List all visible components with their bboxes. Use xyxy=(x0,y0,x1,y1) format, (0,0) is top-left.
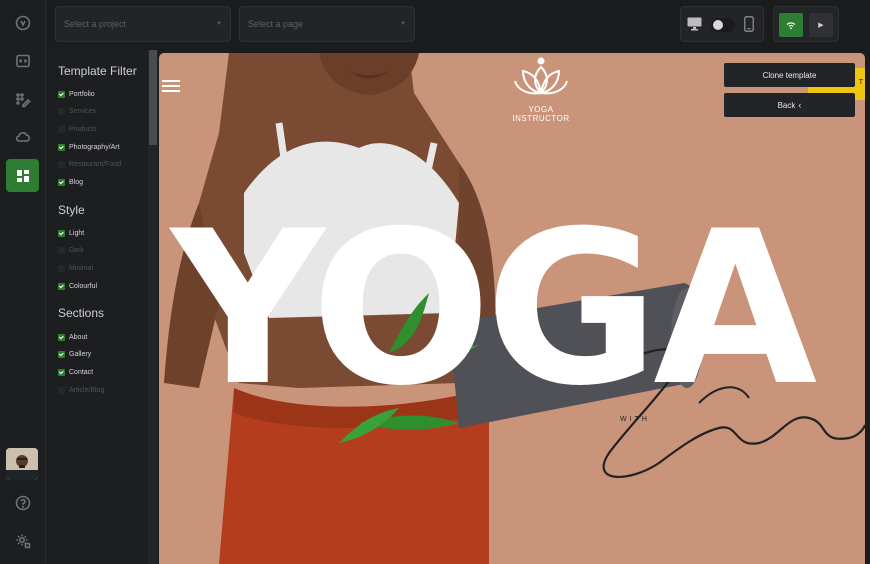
filter-option-label: Portfolio xyxy=(69,90,95,98)
side-tab-letter: T xyxy=(858,79,863,86)
checkbox[interactable] xyxy=(58,179,65,186)
site-logo[interactable]: YOGA INSTRUCTOR xyxy=(499,55,583,123)
checkbox[interactable] xyxy=(58,351,65,359)
clone-template-label: Clone template xyxy=(762,70,817,80)
filter-option[interactable]: Blog xyxy=(58,177,83,189)
device-toggle[interactable] xyxy=(711,18,735,32)
play-icon: ▶ xyxy=(818,22,824,29)
filter-option-label: About xyxy=(69,333,88,341)
checkbox[interactable] xyxy=(58,282,65,290)
filter-option-label: Article/Blog xyxy=(69,386,105,394)
device-switch xyxy=(680,6,764,42)
clone-template-button[interactable]: Clone template xyxy=(724,63,855,87)
chevron-down-icon: ▼ xyxy=(216,21,222,27)
panel-scrollbar[interactable] xyxy=(148,50,158,564)
filter-option-label: Restaurant/Food xyxy=(69,161,122,169)
checkbox[interactable] xyxy=(58,108,65,116)
filter-option[interactable]: Restaurant/Food xyxy=(58,159,121,171)
filter-option[interactable]: Portfolio xyxy=(58,88,95,100)
filter-option[interactable]: Services xyxy=(58,106,96,118)
filter-option[interactable]: Colourful xyxy=(58,280,97,292)
style-title: Style xyxy=(58,203,85,217)
back-label: Back xyxy=(777,100,796,110)
filter-option[interactable]: Dark xyxy=(58,245,84,257)
filter-option[interactable]: Light xyxy=(58,227,84,239)
chevron-left-icon: ‹ xyxy=(798,100,802,110)
back-button[interactable]: Back ‹ xyxy=(724,93,855,117)
checkbox[interactable] xyxy=(58,247,65,255)
filter-option-label: Minimal xyxy=(69,264,94,272)
filter-option[interactable]: Products xyxy=(58,123,97,135)
mobile-icon[interactable] xyxy=(744,16,754,37)
filter-option-label: Colourful xyxy=(69,282,98,290)
left-rail xyxy=(0,0,46,564)
rail-logo-icon[interactable] xyxy=(8,8,38,38)
filter-option-label: Services xyxy=(69,108,96,116)
hero-title: YOGA xyxy=(171,185,817,432)
templates-icon[interactable] xyxy=(6,159,39,192)
checkbox[interactable] xyxy=(58,368,65,376)
template-preview: YOGA WITH YOGA INSTRUCTOR xyxy=(159,53,865,564)
checkbox[interactable] xyxy=(58,386,65,394)
filter-option[interactable]: About xyxy=(58,331,87,343)
chevron-down-icon: ▼ xyxy=(400,21,406,27)
checkbox[interactable] xyxy=(58,143,65,151)
filter-option-label: Photography/Art xyxy=(69,143,120,151)
filter-option-label: Light xyxy=(69,229,85,237)
checkbox[interactable] xyxy=(58,125,65,133)
filter-option-label: Blog xyxy=(69,179,84,186)
filter-option-label: Contact xyxy=(69,368,94,376)
checkbox[interactable] xyxy=(58,264,65,272)
project-select-placeholder: Select a project xyxy=(64,19,127,29)
sections-title: Sections xyxy=(58,306,105,320)
filter-option[interactable]: Photography/Art xyxy=(58,141,120,153)
help-icon[interactable] xyxy=(8,488,38,518)
logo-text: YOGA INSTRUCTOR xyxy=(512,105,570,123)
play-button[interactable]: ▶ xyxy=(809,13,833,37)
wifi-button[interactable] xyxy=(779,13,803,37)
app: Select a project ▼ Select a page ▼ ▶ Tem… xyxy=(0,0,870,564)
code-icon[interactable] xyxy=(8,46,38,76)
grid-edit-icon[interactable] xyxy=(8,85,38,115)
template-filter-title: Template Filter xyxy=(58,64,137,78)
page-select-placeholder: Select a page xyxy=(248,19,304,29)
desktop-icon[interactable] xyxy=(687,17,702,36)
cloud-icon[interactable] xyxy=(8,122,38,152)
filter-option[interactable]: Article/Blog xyxy=(58,384,104,396)
page-select[interactable]: Select a page ▼ xyxy=(239,6,415,42)
top-bar: Select a project ▼ Select a page ▼ ▶ xyxy=(47,0,870,48)
filter-option-label: Dark xyxy=(69,247,84,255)
filter-option[interactable]: Minimal xyxy=(58,262,93,274)
checkbox[interactable] xyxy=(58,229,65,237)
project-select[interactable]: Select a project ▼ xyxy=(55,6,231,42)
filter-option[interactable]: Contact xyxy=(58,366,93,378)
preview-controls: ▶ xyxy=(773,6,839,42)
with-text: WITH xyxy=(620,416,650,423)
filter-option-label: Products xyxy=(69,125,97,133)
lotus-icon xyxy=(514,57,568,95)
filter-panel: Template Filter Portfolio Services Product… xyxy=(47,50,158,564)
settings-icon[interactable] xyxy=(8,526,38,556)
wifi-icon xyxy=(786,21,796,29)
filter-option[interactable]: Gallery xyxy=(58,349,91,361)
avatar[interactable] xyxy=(6,448,38,480)
checkbox[interactable] xyxy=(58,333,65,341)
checkbox[interactable] xyxy=(58,161,65,169)
checkbox[interactable] xyxy=(58,90,65,98)
menu-icon[interactable] xyxy=(162,80,180,92)
filter-option-label: Gallery xyxy=(69,351,92,359)
